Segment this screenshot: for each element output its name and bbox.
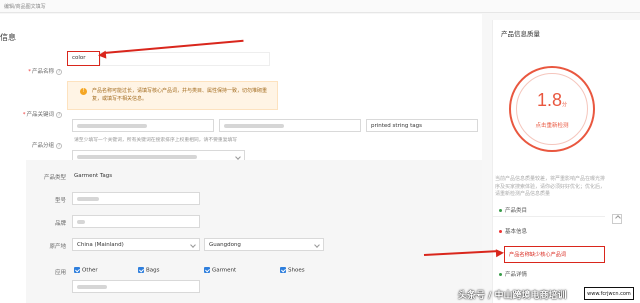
blurred-text (77, 284, 107, 289)
collapse-toggle-button[interactable] (612, 214, 622, 224)
checkbox-checked-icon (138, 267, 144, 273)
blurred-text (77, 123, 147, 128)
screenshot-frame: 编辑/商品图文填写 信息 *产品名称? ! 产品名称可能过长，请填写核心产品词，… (0, 0, 640, 303)
required-mark: * (28, 69, 31, 75)
product-group-label: 产品分组? (31, 142, 62, 149)
annotation-arrow-head-2 (495, 248, 505, 258)
section-title: 信息 (0, 33, 16, 42)
model-input[interactable] (72, 192, 200, 205)
use-option-other[interactable]: Other (74, 267, 98, 274)
blurred-text (224, 123, 284, 128)
help-icon[interactable]: ? (56, 142, 62, 149)
product-keywords-label: *产品关键词? (22, 111, 62, 118)
keywords-hint: 请至少填写一个关键词，所有关键词在搜索排序上权重相同，请不要重复填写 (74, 138, 238, 143)
warning-banner: ! 产品名称可能过长，请填写核心产品词，并与类目、属性保持一致，切勿堆砌重复，或… (67, 81, 278, 110)
chevron-down-icon (314, 242, 320, 248)
blurred-text (77, 154, 197, 159)
chevron-down-icon (190, 242, 196, 248)
keyword-input-1[interactable] (72, 119, 214, 132)
help-icon[interactable]: ? (56, 111, 62, 118)
product-type-value: Garment Tags (74, 173, 113, 179)
blurred-text (77, 196, 99, 201)
use-label: 应用 (54, 270, 66, 276)
model-label: 型号 (54, 198, 66, 204)
keyword-input-2[interactable] (219, 119, 361, 132)
origin-country-select[interactable]: China (Mainland) (72, 238, 200, 251)
checkbox-checked-icon (204, 267, 210, 273)
status-dot-icon (499, 230, 502, 233)
brand-input[interactable] (72, 215, 200, 228)
quality-description: 当前产品信息质量较差，将严重影响产品在曝光排序及买家搜索体验，请你必须好好优化；… (495, 176, 606, 197)
side-item-category[interactable]: 产品类目 (499, 206, 527, 214)
use-option-garment[interactable]: Garment (204, 267, 236, 274)
warning-icon: ! (80, 88, 87, 95)
checkbox-checked-icon (280, 267, 286, 273)
side-item-basic-info[interactable]: 基本信息 (499, 227, 527, 235)
product-name-label: *产品名称? (28, 68, 62, 75)
status-dot-icon (499, 209, 502, 212)
keyword-input-3[interactable]: printed string tags (366, 119, 478, 132)
product-type-label: 产品类型 (43, 175, 66, 181)
missing-keyword-alert: 产品名称缺少核心产品词 (504, 246, 605, 263)
brand-label: 品牌 (54, 221, 66, 227)
divider (493, 216, 605, 217)
quality-title: 产品信息质量 (501, 30, 540, 38)
recheck-link[interactable]: 点击重新检测 (509, 121, 595, 129)
top-breadcrumb-bar: 编辑/商品图文填写 (0, 0, 640, 13)
side-item-details[interactable]: 产品详情 (499, 270, 527, 278)
blurred-text (77, 219, 85, 224)
use-option-shoes[interactable]: Shoes (280, 267, 305, 274)
site-stamp: www.fcrjwcn.com (584, 287, 634, 300)
help-icon[interactable]: ? (56, 68, 62, 75)
annotation-arrow-head (97, 50, 107, 60)
chevron-down-icon (235, 154, 241, 160)
watermark: 头条号 / 中山跨境电商培训 (458, 291, 567, 301)
origin-label: 原产地 (49, 244, 66, 250)
product-name-input-rest[interactable] (100, 52, 270, 66)
use-other-input[interactable] (72, 280, 200, 293)
use-option-bags[interactable]: Bags (138, 267, 160, 274)
checkbox-checked-icon (74, 267, 80, 273)
breadcrumb: 编辑/商品图文填写 (4, 4, 46, 10)
origin-province-select[interactable]: Guangdong (204, 238, 324, 251)
quality-score: 1.8分 (536, 90, 568, 110)
attributes-panel: 产品类型 Garment Tags 型号 品牌 原产地 China (Mainl… (26, 160, 482, 303)
warning-text: 产品名称可能过长，请填写核心产品词，并与类目、属性保持一致，切勿堆砌重复，或填写… (92, 88, 268, 102)
status-dot-icon (499, 273, 502, 276)
product-name-input[interactable]: color (67, 51, 100, 66)
